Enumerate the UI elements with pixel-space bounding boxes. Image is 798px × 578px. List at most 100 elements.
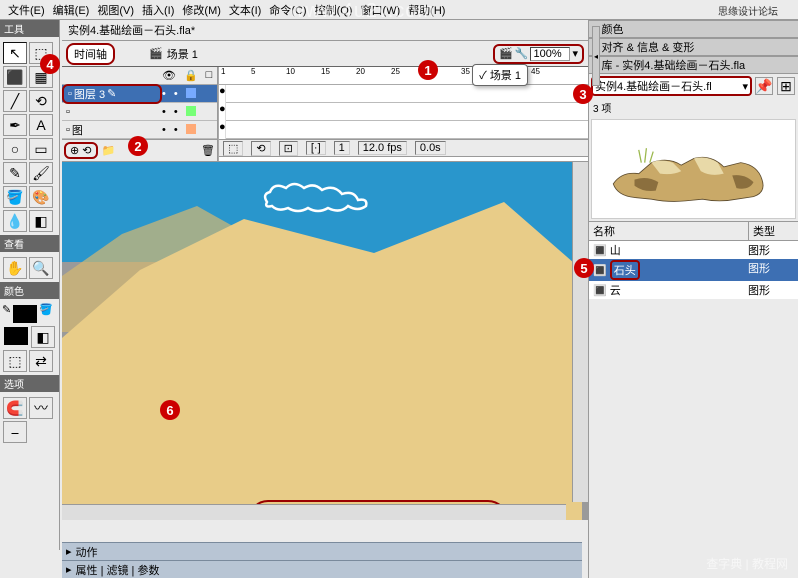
layer-label: 图 [72,122,83,138]
frame-num: 45 [531,67,540,76]
timeline-status: ⬚⟲⊡[·] 1 12.0 fps 0.0s [219,139,588,157]
text-tool[interactable]: A [29,114,53,136]
timeline-button[interactable]: 时间轴 [66,43,115,65]
library-panel-header[interactable]: ▾库 - 实例4.基础绘画－石头.fla [589,56,798,74]
smooth-btn[interactable]: 〰 [29,397,53,419]
tools-title: 工具 [0,20,59,37]
eraser-tool[interactable]: ◧ [29,210,53,232]
stroke-icon: ✎ [2,303,11,325]
align-panel-header[interactable]: ▸对齐 & 信息 & 变形 [589,38,798,56]
bw-btn[interactable]: ◧ [31,326,55,348]
document-tab[interactable]: 实例4.基础绘画－石头.fla* [62,20,588,41]
stroke-color[interactable] [13,305,37,323]
frames-area[interactable]: 1 5 10 15 20 25 30 35 40 45 ● ● ● ⬚⟲⊡[·]… [218,67,588,161]
ink-tool[interactable]: 🪣 [3,186,27,208]
type-column[interactable]: 类型 [748,222,798,240]
menu-file[interactable]: 文件(E) [4,2,49,17]
panel-label: 颜色 [602,21,624,37]
library-item[interactable]: 🔳石头 图形 [589,259,798,281]
library-list-header[interactable]: 名称 类型 [589,222,798,241]
colors-title: 颜色 [0,282,59,299]
menu-insert[interactable]: 插入(I) [138,2,178,17]
pencil-tool[interactable]: ✎ [3,162,27,184]
delete-layer-icon[interactable]: 🗑 [201,144,215,157]
pin-library-icon[interactable]: 📌 [755,77,773,95]
frame-num: 10 [286,67,295,76]
rect-tool[interactable]: ▭ [29,138,53,160]
stage[interactable]: + ○ [62,162,582,516]
lock-icon[interactable]: 🔒 [184,69,198,82]
zoom-dropdown-icon[interactable]: ▾ [572,47,578,60]
item-name: 云 [610,282,621,298]
outline-icon[interactable]: □ [206,69,213,82]
eyedropper-tool[interactable]: 💧 [3,210,27,232]
fill-color[interactable] [4,327,28,345]
nocolor-btn[interactable]: ⬚ [3,350,27,372]
hand-tool[interactable]: ✋ [3,257,27,279]
brush-tool[interactable]: 🖌 [29,162,53,184]
panel-label: 库 - 实例4.基础绘画－石头.fla [602,57,746,73]
name-column[interactable]: 名称 [589,222,748,240]
layer-header: 👁 🔒 □ [62,67,217,85]
callout-4: 4 [40,54,60,74]
edit-scene-icon[interactable]: 🎬 [499,47,513,60]
new-library-icon[interactable]: ⊞ [777,77,795,95]
free-transform-tool[interactable]: ⬛ [3,66,27,88]
add-layer-icon[interactable]: ⊕ [70,145,79,157]
add-guide-icon[interactable]: ⟲ [82,145,91,157]
scene-dropdown[interactable]: ✓ 场景 1 [472,64,528,86]
toolbox: 工具 ↖ ⬚ ⬛ ▦ ╱ ⟲ ✒ A ○ ▭ ✎ 🖌 🪣 🎨 💧 ◧ 查看 ✋ … [0,20,60,550]
watermark-footer: 查字典 | 教程网 [706,555,788,572]
menu-view[interactable]: 视图(V) [93,2,138,17]
properties-panel-header[interactable]: ▸属性 | 滤镜 | 参数 [62,560,582,578]
main-area: 实例4.基础绘画－石头.fla* 时间轴 🎬 场景 1 🎬 🔧 100% ▾ ✓… [62,20,588,578]
layer-row[interactable]: ▫图层 3 ✎ •• [62,85,217,103]
swap-btn[interactable]: ⇄ [29,350,53,372]
pen-tool[interactable]: ✒ [3,114,27,136]
check-icon: ✓ [479,70,487,82]
lasso-tool[interactable]: ⟲ [29,90,53,112]
layer-row[interactable]: ▫ •• [62,103,217,121]
library-item-count: 3 项 [589,98,798,117]
frame-num: 35 [461,67,470,76]
edit-symbols-icon[interactable]: 🔧 [515,47,529,60]
menu-edit[interactable]: 编辑(E) [49,2,94,17]
vertical-scrollbar[interactable] [572,162,588,502]
zoom-tool[interactable]: 🔍 [29,257,53,279]
oval-tool[interactable]: ○ [3,138,27,160]
panel-collapse-handle[interactable]: ◂ [592,26,600,86]
callout-3: 3 [573,84,593,104]
zoom-input[interactable]: 100% [530,47,570,61]
frame-num: 25 [391,67,400,76]
scene-dropdown-item[interactable]: 场景 1 [490,70,521,82]
scene-icon[interactable]: 🎬 [149,47,163,60]
scene-label[interactable]: 场景 1 [167,46,198,62]
menu-modify[interactable]: 修改(M) [178,2,225,17]
expand-icon: ▸ [66,563,72,576]
add-folder-icon[interactable]: 📁 [102,144,116,157]
frame-num: 20 [356,67,365,76]
snap-btn[interactable]: 🧲 [3,397,27,419]
current-frame: 1 [334,141,350,155]
color-panel-header[interactable]: ▸颜色 [589,20,798,38]
callout-2: 2 [128,136,148,156]
horizontal-scrollbar[interactable] [62,504,566,520]
layer-icon: ▫ [68,88,72,100]
selection-tool[interactable]: ↖ [3,42,27,64]
actions-panel-header[interactable]: ▸动作 [62,542,582,560]
paint-tool[interactable]: 🎨 [29,186,53,208]
panel-label: 对齐 & 信息 & 变形 [602,39,695,55]
menu-text[interactable]: 文本(I) [225,2,265,17]
item-name: 石头 [610,260,640,280]
eye-icon[interactable]: 👁 [162,69,176,82]
library-item[interactable]: 🔳云 图形 [589,281,798,299]
frame-num: 5 [251,67,255,76]
graphic-icon: 🔳 [593,264,607,277]
frame-num: 15 [321,67,330,76]
line-tool[interactable]: ╱ [3,90,27,112]
library-item[interactable]: 🔳山 图形 [589,241,798,259]
library-select[interactable]: 实例4.基础绘画－石头.fl▾ [591,76,752,96]
straighten-btn[interactable]: ⎯ [3,421,27,443]
frame-ruler[interactable]: 1 5 10 15 20 25 30 35 40 45 [219,67,588,85]
library-toolbar: 实例4.基础绘画－石头.fl▾ 📌 ⊞ [589,74,798,98]
